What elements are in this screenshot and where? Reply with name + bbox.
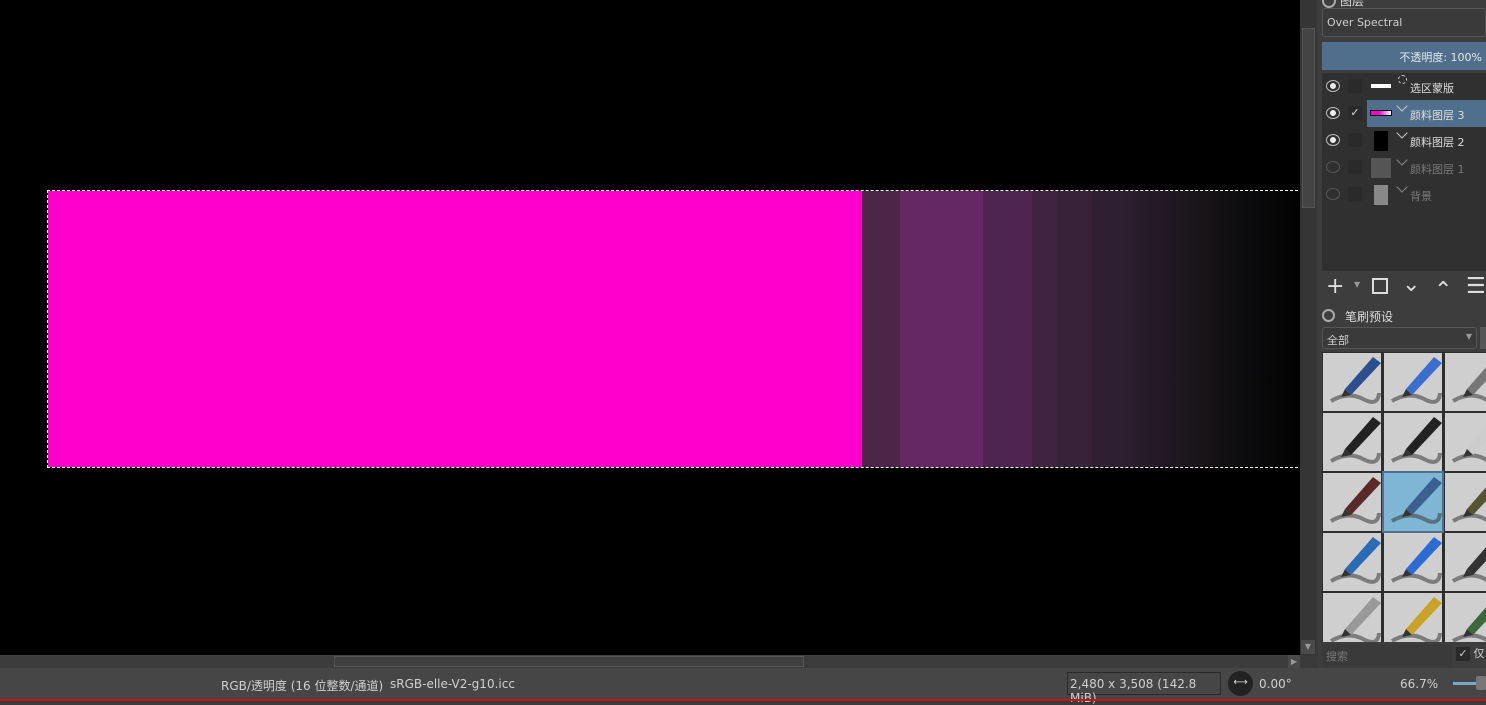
layer-thumbnail	[1371, 158, 1391, 178]
brush-preset-tile[interactable]	[1445, 413, 1486, 471]
brush-preset-tile[interactable]	[1445, 353, 1486, 411]
layer-checkbox[interactable]	[1348, 187, 1362, 201]
brush-preset-tile[interactable]	[1384, 353, 1442, 411]
paint-layer-icon	[1396, 127, 1408, 139]
brush-view-button[interactable]	[1480, 327, 1486, 349]
layer-checkbox[interactable]	[1348, 79, 1362, 93]
brush-preset-icon	[1329, 357, 1381, 404]
opacity-slider[interactable]: 不透明度: 100%	[1322, 42, 1486, 70]
eye-icon[interactable]	[1326, 80, 1340, 92]
brush-preset-tile[interactable]	[1384, 533, 1442, 591]
add-layer-dropdown-icon[interactable]: ▼	[1354, 280, 1360, 289]
brush-preset-icon	[1451, 547, 1486, 583]
brush-preset-tile[interactable]	[1445, 473, 1486, 531]
eye-closed-icon[interactable]	[1326, 161, 1340, 173]
layer-toolbar: + ▼ ⌄ ⌃ ☰	[1322, 272, 1486, 303]
brush-preset-icon	[1390, 597, 1442, 642]
brush-preset-icon	[1451, 487, 1486, 523]
layer-checkbox[interactable]	[1348, 133, 1362, 147]
brush-preset-icon	[1390, 417, 1442, 464]
brush-preset-icon	[1451, 367, 1486, 403]
brush-preset-icon	[1451, 427, 1486, 463]
brush-preset-tile[interactable]	[1445, 593, 1486, 642]
eye-icon[interactable]	[1326, 107, 1340, 119]
vertical-scrollbar-thumb[interactable]	[1302, 28, 1315, 208]
brush-preset-tile[interactable]	[1384, 593, 1442, 642]
only-checkbox[interactable]: ✓ 仅	[1456, 645, 1486, 665]
brush-preset-icon	[1390, 477, 1442, 524]
layer-name: 颜料图层 3	[1410, 109, 1465, 122]
lock-icon[interactable]	[1322, 309, 1335, 322]
brush-search-input[interactable]: 搜索	[1322, 644, 1452, 666]
chevron-down-icon: ▼	[1465, 332, 1472, 341]
brush-preset-tile[interactable]	[1382, 471, 1444, 533]
layer-thumbnail	[1370, 110, 1392, 116]
add-layer-icon[interactable]: +	[1326, 274, 1344, 299]
zoom-slider-handle[interactable]	[1476, 676, 1486, 690]
paint-layer-icon	[1396, 181, 1408, 193]
layer-row-paint-1[interactable]: 颜料图层 1	[1322, 154, 1486, 181]
selection-marquee	[47, 190, 1303, 468]
brush-preset-icon	[1329, 417, 1381, 464]
eye-icon[interactable]	[1326, 134, 1340, 146]
duplicate-layer-icon[interactable]	[1372, 278, 1388, 294]
layer-row-background[interactable]: 背景	[1322, 181, 1486, 208]
layer-thumbnail	[1374, 131, 1388, 151]
brush-preset-tile[interactable]	[1384, 413, 1442, 471]
status-bar: RGB/透明度 (16 位整数/通道) sRGB-elle-V2-g10.icc…	[0, 668, 1486, 705]
color-space-label: RGB/透明度 (16 位整数/通道)	[221, 679, 384, 693]
scroll-down-arrow-icon[interactable]: ▼	[1301, 640, 1315, 654]
layer-row-paint-3[interactable]: ✓ 颜料图层 3	[1322, 100, 1486, 127]
move-layer-down-icon[interactable]: ⌄	[1402, 272, 1420, 297]
layer-thumbnail	[1374, 185, 1388, 205]
layer-list: 选区蒙版 ✓ 颜料图层 3 颜料图层 2 颜料图层 1 背景	[1322, 73, 1486, 271]
selection-mask-icon	[1398, 75, 1407, 84]
rotation-value: 0.00°	[1259, 677, 1292, 691]
eye-closed-icon[interactable]	[1326, 188, 1340, 200]
brush-presets-title: 笔刷预设	[1345, 310, 1394, 324]
checkbox-check-icon: ✓	[1456, 647, 1470, 661]
paint-layer-icon	[1396, 154, 1408, 166]
layer-name: 选区蒙版	[1410, 82, 1454, 95]
brush-preset-icon	[1329, 477, 1381, 524]
color-profile-label: sRGB-elle-V2-g10.icc	[390, 677, 515, 691]
brush-preset-tile[interactable]	[1323, 533, 1381, 591]
brush-preset-icon	[1329, 597, 1381, 642]
only-label: 仅	[1473, 647, 1485, 660]
layer-name: 背景	[1410, 190, 1432, 203]
layer-row-paint-2[interactable]: 颜料图层 2	[1322, 127, 1486, 154]
layer-thumbnail	[1371, 84, 1391, 88]
brush-preset-tile[interactable]	[1323, 593, 1381, 642]
brush-preset-icon	[1390, 537, 1442, 584]
brush-preset-icon	[1329, 537, 1381, 584]
zoom-value: 66.7%	[1400, 677, 1439, 691]
image-size-field[interactable]: 2,480 x 3,508 (142.8 MiB)	[1067, 672, 1221, 705]
brush-preset-tile[interactable]	[1445, 533, 1486, 591]
brush-preset-grid	[1322, 352, 1486, 642]
layer-row-selection-mask[interactable]: 选区蒙版	[1322, 73, 1486, 100]
layer-name: 颜料图层 1	[1410, 163, 1465, 176]
brush-preset-tile[interactable]	[1323, 413, 1381, 471]
brush-preset-icon	[1451, 607, 1486, 642]
layer-checkbox[interactable]: ✓	[1348, 106, 1362, 120]
scroll-right-arrow-icon[interactable]: ▶	[1288, 655, 1300, 668]
layer-properties-icon[interactable]: ☰	[1466, 274, 1486, 299]
brush-preset-tile[interactable]	[1323, 473, 1381, 531]
rotation-dial-icon[interactable]: ⟷	[1228, 671, 1253, 696]
brush-preset-tile[interactable]	[1323, 353, 1381, 411]
horizontal-scrollbar-thumb[interactable]	[334, 656, 804, 667]
brush-tag-value: 全部	[1327, 334, 1349, 347]
layer-checkbox[interactable]	[1348, 160, 1362, 174]
brush-preset-icon	[1390, 357, 1442, 404]
move-layer-up-icon[interactable]: ⌃	[1434, 278, 1452, 303]
blend-mode-select[interactable]: Over Spectral	[1322, 8, 1486, 37]
brush-tag-select[interactable]: 全部 ▼	[1322, 327, 1477, 349]
layer-name: 颜料图层 2	[1410, 136, 1465, 149]
